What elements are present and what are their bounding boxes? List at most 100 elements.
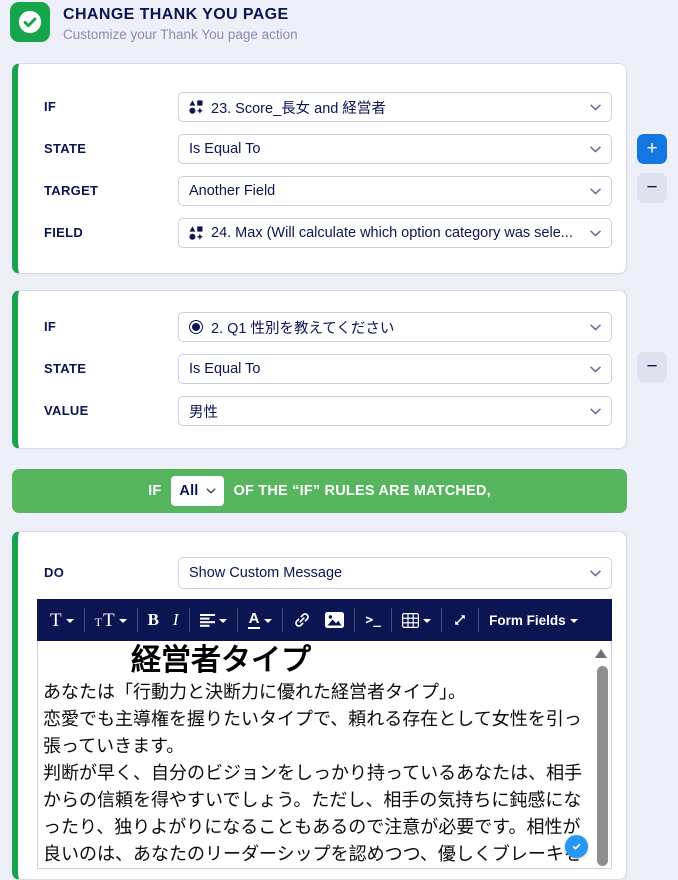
- expand-icon: [455, 615, 465, 625]
- state-dropdown[interactable]: Is Equal To: [178, 134, 612, 164]
- chevron-down-icon: [590, 188, 601, 194]
- add-rule-button[interactable]: +: [637, 134, 667, 164]
- message-paragraph: 恋愛でも主導権を握りたいタイプで、頼れる存在として女性を引っ張っていきます。: [43, 709, 582, 756]
- remove-rule-1-button[interactable]: −: [637, 173, 667, 203]
- success-check-icon: [10, 2, 50, 42]
- bold-icon: B: [147, 610, 159, 629]
- message-paragraph: あなたは「行動力と決断力に優れた経営者タイプ」。: [43, 682, 466, 702]
- code-button[interactable]: >_: [358, 605, 388, 635]
- align-button[interactable]: [193, 605, 234, 635]
- toolbar-divider: [354, 608, 356, 632]
- remove-rule-2-button[interactable]: −: [637, 352, 667, 382]
- check-icon: [572, 843, 581, 850]
- if-field-dropdown[interactable]: 23. Score_長女 and 経営者: [178, 92, 612, 122]
- state-label: STATE: [44, 141, 87, 156]
- state-value: Is Equal To: [189, 361, 261, 377]
- font-family-button[interactable]: T: [43, 605, 81, 635]
- state-label: STATE: [44, 361, 87, 376]
- chevron-down-icon: [590, 146, 601, 152]
- radio-icon: [189, 320, 203, 334]
- page-subtitle: Customize your Thank You page action: [63, 27, 298, 42]
- text-color-button[interactable]: A: [241, 605, 280, 635]
- custom-message-editor[interactable]: 経営者タイプ あなたは「行動力と決断力に優れた経営者タイプ」。 恋愛でも主導権を…: [37, 641, 612, 869]
- toolbar-divider: [478, 608, 480, 632]
- image-icon: [325, 612, 345, 628]
- target-label: TARGET: [44, 183, 99, 198]
- caret-down-icon: [264, 619, 273, 623]
- font-family-icon: T: [50, 609, 62, 631]
- toolbar-divider: [188, 608, 190, 632]
- caret-down-icon: [569, 619, 578, 623]
- caret-down-icon: [65, 619, 74, 623]
- table-button[interactable]: [395, 605, 438, 635]
- scroll-up-arrow[interactable]: [595, 649, 607, 658]
- font-size-button[interactable]: TT: [88, 605, 134, 635]
- toolbar-divider: [282, 608, 284, 632]
- chevron-down-icon: [590, 324, 601, 330]
- text-color-icon: A: [247, 610, 261, 630]
- rules-match-banner: IF All OF THE “IF” RULES ARE MATCHED,: [12, 469, 627, 513]
- if-label: IF: [44, 99, 57, 114]
- page-title: CHANGE THANK YOU PAGE: [63, 6, 289, 23]
- chat-check-button[interactable]: [565, 835, 588, 858]
- widget-icon: [189, 226, 203, 240]
- field-value: 24. Max (Will calculate which option cat…: [211, 225, 573, 241]
- expand-button[interactable]: [445, 605, 475, 635]
- value-dropdown[interactable]: 男性: [178, 396, 612, 426]
- form-fields-button[interactable]: Form Fields: [482, 605, 585, 635]
- if-label: IF: [44, 319, 57, 334]
- chevron-down-icon: [590, 104, 601, 110]
- if-field-dropdown[interactable]: 2. Q1 性別を教えてください: [178, 312, 612, 342]
- link-icon: [295, 613, 310, 627]
- banner-rest-text: OF THE “IF” RULES ARE MATCHED,: [233, 483, 491, 499]
- target-dropdown[interactable]: Another Field: [178, 176, 612, 206]
- chevron-down-icon: [590, 366, 601, 372]
- match-mode-value: All: [179, 483, 199, 499]
- caret-down-icon: [118, 619, 127, 623]
- rule-card-1: IF 23. Score_長女 and 経営者 STATE Is Equal T…: [12, 63, 627, 274]
- chevron-down-icon: [590, 230, 601, 236]
- terminal-icon: >_: [365, 612, 382, 628]
- state-value: Is Equal To: [189, 141, 261, 157]
- caret-down-icon: [218, 619, 227, 623]
- if-field-value: 23. Score_長女 and 経営者: [211, 100, 386, 117]
- toolbar-divider: [136, 608, 138, 632]
- field-label: FIELD: [44, 225, 84, 240]
- richtext-toolbar: T TT B I A >_ Form Fields: [37, 599, 612, 641]
- do-label: DO: [44, 565, 65, 580]
- bold-button[interactable]: B: [141, 605, 166, 635]
- rule-card-2: IF 2. Q1 性別を教えてください STATE Is Equal To VA…: [12, 290, 627, 449]
- caret-down-icon: [423, 619, 432, 623]
- italic-button[interactable]: I: [166, 605, 186, 635]
- match-mode-select[interactable]: All: [171, 476, 224, 506]
- toolbar-divider: [83, 608, 85, 632]
- italic-icon: I: [172, 610, 179, 629]
- font-size-big-icon: T: [102, 609, 115, 631]
- toolbar-divider: [441, 608, 443, 632]
- toolbar-divider: [236, 608, 238, 632]
- insert-image-button[interactable]: [318, 605, 351, 635]
- table-icon: [402, 612, 420, 628]
- chevron-down-icon: [590, 408, 601, 414]
- value-value: 男性: [189, 404, 218, 421]
- if-field-value: 2. Q1 性別を教えてください: [211, 320, 395, 337]
- do-action-dropdown[interactable]: Show Custom Message: [178, 557, 612, 589]
- scrollbar-thumb[interactable]: [596, 666, 608, 866]
- do-action-value: Show Custom Message: [189, 565, 343, 581]
- chevron-down-icon: [206, 488, 216, 494]
- field-dropdown[interactable]: 24. Max (Will calculate which option cat…: [178, 218, 612, 248]
- banner-if-text: IF: [148, 483, 162, 499]
- do-card: DO Show Custom Message T TT B I A >_ For…: [12, 531, 627, 880]
- align-left-icon: [199, 613, 215, 627]
- target-value: Another Field: [189, 183, 276, 199]
- form-fields-label: Form Fields: [489, 612, 566, 628]
- message-heading: 経営者タイプ: [131, 644, 311, 677]
- state-dropdown[interactable]: Is Equal To: [178, 354, 612, 384]
- font-size-small-icon: T: [94, 615, 102, 629]
- message-paragraph: 判断が早く、自分のビジョンをしっかり持っているあなたは、相手からの信頼を得やすい…: [43, 763, 583, 864]
- toolbar-divider: [391, 608, 393, 632]
- widget-icon: [189, 100, 203, 114]
- link-button[interactable]: [286, 605, 318, 635]
- chevron-down-icon: [590, 570, 601, 576]
- value-label: VALUE: [44, 403, 89, 418]
